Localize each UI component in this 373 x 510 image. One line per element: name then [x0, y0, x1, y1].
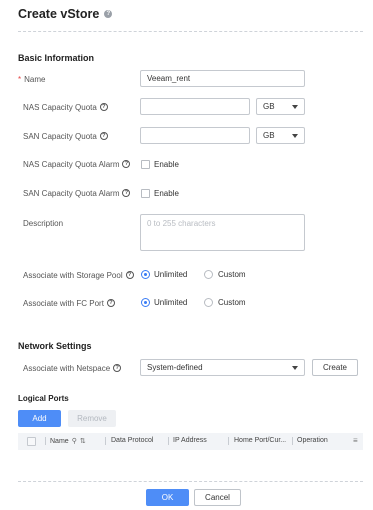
san-quota-label: SAN Capacity Quota ? — [23, 131, 143, 141]
fc-port-unlimited-radio[interactable] — [141, 298, 150, 307]
san-quota-input[interactable] — [140, 127, 250, 144]
san-alarm-checkbox[interactable] — [141, 189, 150, 198]
column-separator — [292, 437, 293, 445]
chevron-down-icon — [292, 104, 298, 109]
nas-quota-unit-select[interactable]: GB — [256, 98, 305, 115]
description-textarea[interactable]: 0 to 255 characters — [140, 214, 305, 251]
nas-alarm-checkbox[interactable] — [141, 160, 150, 169]
question-icon[interactable]: ? — [113, 364, 122, 372]
question-icon[interactable]: ? — [122, 189, 131, 197]
question-icon[interactable]: ? — [99, 103, 108, 111]
ok-button[interactable]: OK — [146, 489, 189, 506]
divider — [18, 481, 363, 482]
storage-pool-unlimited-radio[interactable] — [141, 270, 150, 279]
column-separator — [228, 437, 229, 445]
help-icon[interactable]: ? — [104, 10, 113, 18]
name-input[interactable]: Veeam_rent — [140, 70, 305, 87]
dialog-title: Create vStore ? — [18, 7, 113, 21]
fc-port-custom-radio[interactable] — [204, 298, 213, 307]
storage-pool-custom-radio[interactable] — [204, 270, 213, 279]
chevron-down-icon — [292, 365, 298, 370]
section-network-settings: Network Settings — [18, 341, 92, 351]
nas-quota-label: NAS Capacity Quota ? — [23, 102, 143, 112]
fc-port-unlimited-label[interactable]: Unlimited — [154, 298, 187, 307]
divider — [18, 31, 363, 32]
column-separator — [45, 437, 46, 445]
san-alarm-label: SAN Capacity Quota Alarm ? — [23, 188, 143, 198]
fc-port-label: Associate with FC Port ? — [23, 298, 143, 308]
question-icon[interactable]: ? — [106, 299, 115, 307]
nas-quota-input[interactable] — [140, 98, 250, 115]
question-icon[interactable]: ? — [125, 271, 134, 279]
question-icon[interactable]: ? — [99, 132, 108, 140]
column-operation: Operation — [297, 437, 328, 444]
column-separator — [168, 437, 169, 445]
nas-alarm-enable-label[interactable]: Enable — [154, 160, 179, 169]
column-home-port[interactable]: Home Port/Cur... — [234, 437, 286, 444]
add-button[interactable]: Add — [18, 410, 61, 427]
fc-port-custom-label[interactable]: Custom — [218, 298, 246, 307]
column-data-protocol[interactable]: Data Protocol — [111, 437, 153, 444]
required-mark: * — [18, 74, 22, 84]
remove-button: Remove — [68, 410, 116, 427]
filter-icon[interactable]: ⇅ — [80, 437, 86, 445]
netspace-select[interactable]: System-defined — [140, 359, 305, 376]
logical-ports-table-header: Name ⚲ ⇅ Data Protocol IP Address Home P… — [18, 433, 363, 450]
san-quota-unit-select[interactable]: GB — [256, 127, 305, 144]
question-icon[interactable]: ? — [122, 160, 131, 168]
create-netspace-button[interactable]: Create — [312, 359, 358, 376]
nas-alarm-label: NAS Capacity Quota Alarm ? — [23, 159, 143, 169]
column-separator — [105, 437, 106, 445]
storage-pool-custom-label[interactable]: Custom — [218, 270, 246, 279]
section-basic-information: Basic Information — [18, 53, 95, 63]
column-ip-address[interactable]: IP Address — [173, 437, 207, 444]
storage-pool-unlimited-label[interactable]: Unlimited — [154, 270, 187, 279]
description-label: Description — [23, 218, 64, 228]
san-alarm-enable-label[interactable]: Enable — [154, 189, 179, 198]
settings-icon[interactable]: ≡ — [353, 436, 358, 445]
column-name[interactable]: Name ⚲ ⇅ — [50, 437, 86, 446]
name-label: * Name — [18, 74, 46, 84]
select-all-checkbox[interactable] — [27, 437, 36, 446]
storage-pool-label: Associate with Storage Pool ? — [23, 270, 143, 280]
section-logical-ports: Logical Ports — [18, 394, 69, 403]
netspace-label: Associate with Netspace ? — [23, 363, 143, 373]
cancel-button[interactable]: Cancel — [194, 489, 241, 506]
dialog-title-text: Create vStore — [18, 7, 100, 21]
search-icon[interactable]: ⚲ — [72, 437, 77, 445]
chevron-down-icon — [292, 133, 298, 138]
